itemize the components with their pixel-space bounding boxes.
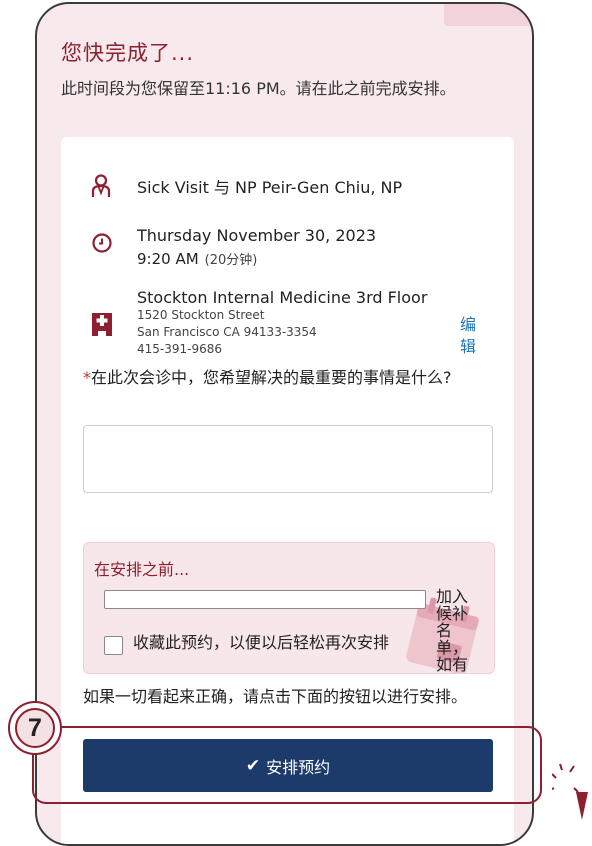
- hold-notice: 此时间段为您保留至11:16 PM。请在此之前完成安排。: [61, 79, 456, 98]
- location-name: Stockton Internal Medicine 3rd Floor: [137, 288, 428, 307]
- location-phone: 415-391-9686: [137, 342, 223, 356]
- location-text: Stockton Internal Medicine 3rd Floor 152…: [137, 288, 427, 358]
- appointment-duration: (20分钟): [204, 253, 258, 268]
- provider-person-icon: [91, 174, 111, 198]
- page-title: 您快完成了...: [61, 41, 195, 65]
- step-number: 7: [15, 708, 55, 748]
- appointment-time: 9:20 AM: [137, 250, 199, 268]
- appointment-time-line: 9:20 AM (20分钟): [137, 249, 376, 268]
- favorite-option[interactable]: 收藏此预约，以便以后轻松再次安排: [94, 634, 389, 655]
- waitlist-option[interactable]: 加入候补名单，如有更早的预约开放，您将收到通知: [94, 588, 468, 673]
- provider-name: Sick Visit 与 NP Peir-Gen Chiu, NP: [137, 178, 403, 197]
- confirm-instruction: 如果一切看起来正确，请点击下面的按钮以进行安排。: [83, 687, 468, 706]
- before-scheduling-title: 在安排之前...: [94, 560, 190, 579]
- corner-tab: [444, 4, 532, 26]
- question-text: 在此次会诊中，您希望解决的最重要的事情是什么?: [91, 368, 452, 387]
- address-line2: San Francisco CA 94133-3354: [137, 325, 317, 339]
- edit-link[interactable]: 编辑: [457, 314, 479, 358]
- required-mark: *: [83, 368, 91, 387]
- address-line1: 1520 Stockton Street: [137, 308, 265, 322]
- favorite-label: 收藏此预约，以便以后轻松再次安排: [133, 633, 390, 652]
- visit-question: *在此次会诊中，您希望解决的最重要的事情是什么?: [83, 369, 483, 387]
- waitlist-label: 加入候补名单，如有更早的预约开放，您将收到通知: [436, 587, 469, 674]
- before-scheduling-panel: 在安排之前... 加入候补名单，如有更早的预约开放，您将收到通知 收藏此预约，以…: [83, 542, 495, 674]
- datetime-text: Thursday November 30, 2023 9:20 AM (20分钟): [137, 226, 376, 268]
- step-badge: 7: [8, 701, 62, 755]
- waitlist-checkbox[interactable]: [104, 590, 426, 609]
- click-cursor-icon: [552, 763, 588, 820]
- hospital-icon: [91, 312, 113, 336]
- appointment-date: Thursday November 30, 2023: [137, 226, 377, 245]
- favorite-checkbox[interactable]: [104, 636, 123, 655]
- phone-frame: 您快完成了... 此时间段为您保留至11:16 PM。请在此之前完成安排。 Si…: [35, 2, 534, 846]
- visit-reason-input[interactable]: [83, 425, 493, 493]
- clock-icon: [91, 232, 113, 254]
- highlight-callout: [32, 726, 542, 804]
